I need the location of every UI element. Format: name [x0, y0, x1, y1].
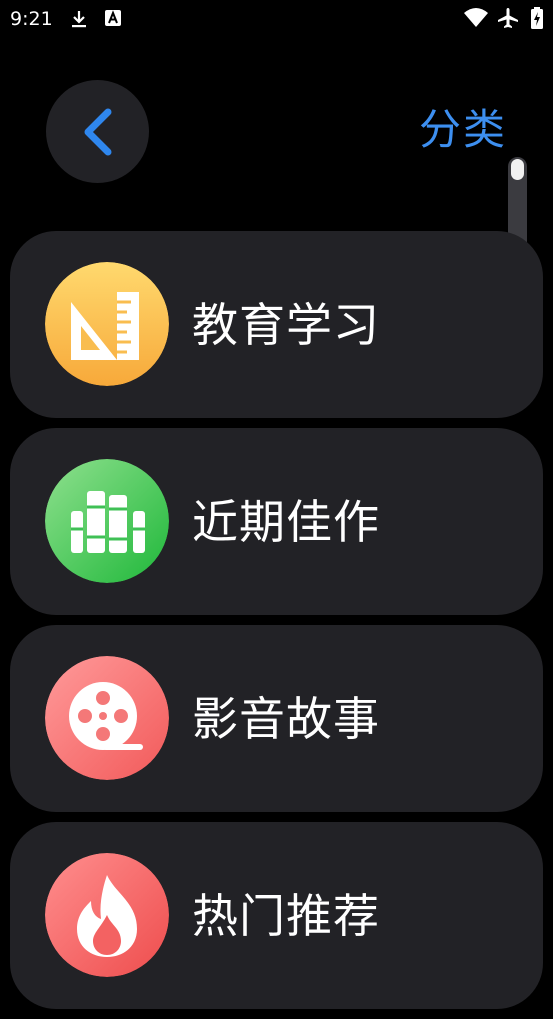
flame-icon	[45, 853, 169, 977]
books-icon	[45, 459, 169, 583]
battery-icon	[530, 7, 544, 29]
back-button[interactable]	[46, 80, 149, 183]
category-card-education[interactable]: 教育学习	[10, 231, 543, 418]
category-label: 教育学习	[192, 298, 380, 352]
category-list: 教育学习 近期佳作 影音故事 热门推荐	[10, 231, 543, 1019]
ruler-triangle-icon	[45, 262, 169, 386]
a-badge-icon	[104, 9, 124, 29]
status-bar: 9:21	[0, 0, 553, 38]
category-label: 近期佳作	[192, 495, 380, 549]
category-label: 影音故事	[192, 692, 380, 746]
status-time: 9:21	[10, 8, 53, 30]
chevron-left-icon	[78, 108, 118, 156]
category-card-film-stories[interactable]: 影音故事	[10, 625, 543, 812]
scrollbar-thumb[interactable]	[511, 159, 524, 180]
airplane-icon	[497, 7, 519, 29]
category-card-hot-picks[interactable]: 热门推荐	[10, 822, 543, 1009]
download-icon	[69, 9, 89, 29]
page-title: 分类	[418, 105, 507, 154]
film-reel-icon	[45, 656, 169, 780]
wifi-icon	[463, 7, 489, 29]
category-label: 热门推荐	[192, 889, 380, 943]
category-card-recent-works[interactable]: 近期佳作	[10, 428, 543, 615]
